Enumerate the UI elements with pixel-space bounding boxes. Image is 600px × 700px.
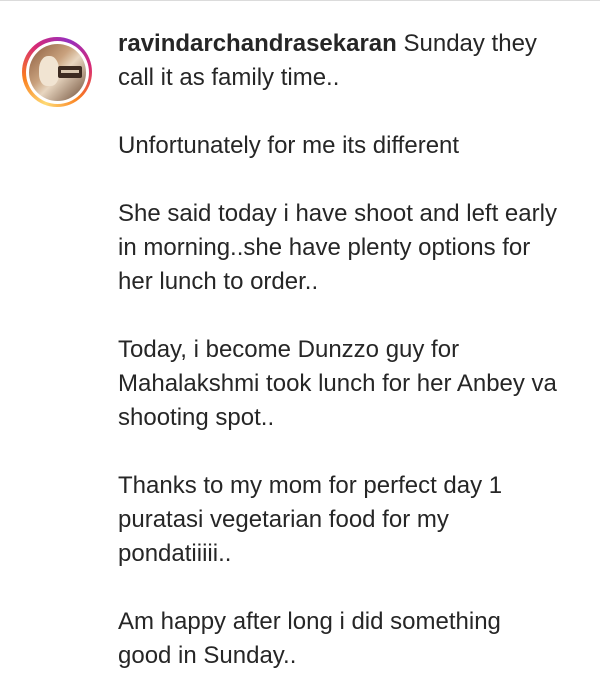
username-link[interactable]: ravindarchandrasekaran bbox=[118, 30, 397, 57]
caption-paragraph-6: Am happy after long i did something good… bbox=[118, 608, 501, 669]
story-ring[interactable] bbox=[22, 37, 92, 107]
post-caption: ravindarchandrasekaran Sunday they call … bbox=[22, 27, 584, 673]
caption-text: ravindarchandrasekaran Sunday they call … bbox=[118, 27, 558, 673]
avatar-gap bbox=[25, 40, 89, 104]
caption-paragraph-4: Today, i become Dunzzo guy for Mahalaksh… bbox=[118, 336, 557, 431]
instagram-caption-frame: ravindarchandrasekaran Sunday they call … bbox=[0, 0, 600, 700]
avatar[interactable] bbox=[28, 43, 86, 101]
avatar-face bbox=[38, 55, 59, 86]
caption-paragraph-5: Thanks to my mom for perfect day 1 purat… bbox=[118, 472, 503, 567]
avatar-tag bbox=[57, 65, 82, 78]
caption-paragraph-1: ravindarchandrasekaran Sunday they call … bbox=[118, 27, 558, 95]
caption-paragraph-2: Unfortunately for me its different bbox=[118, 132, 460, 159]
avatar-tag-text bbox=[60, 69, 79, 73]
caption-paragraph-3: She said today i have shoot and left ear… bbox=[118, 200, 557, 295]
